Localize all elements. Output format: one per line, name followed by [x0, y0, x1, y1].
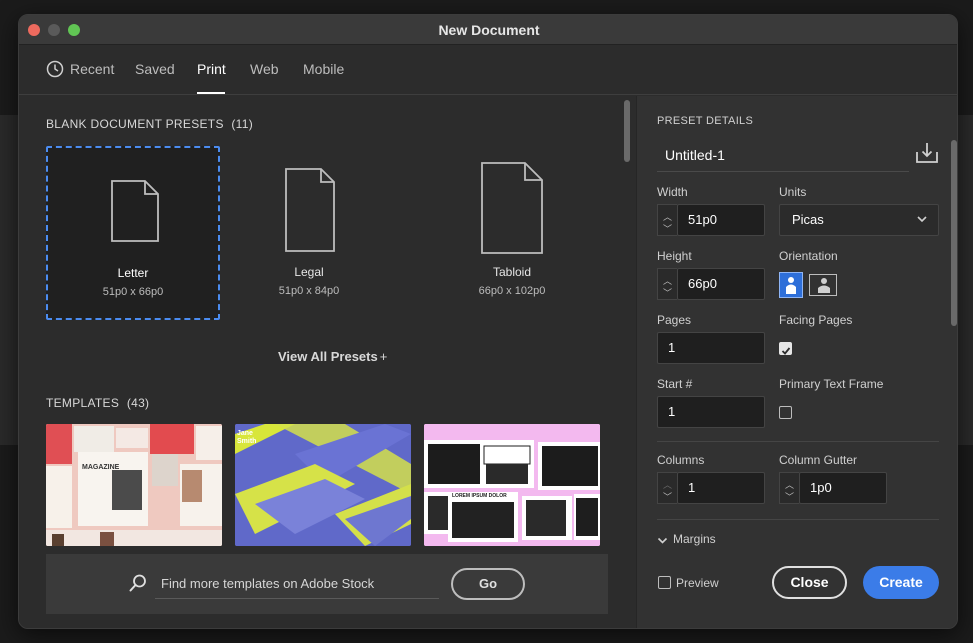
- presets-heading: BLANK DOCUMENT PRESETS (11): [46, 117, 253, 131]
- close-button[interactable]: Close: [772, 566, 847, 599]
- stock-search-underline: [155, 598, 439, 599]
- units-select[interactable]: Picas: [779, 204, 939, 236]
- presets-count: (11): [231, 117, 254, 131]
- divider: [657, 441, 939, 442]
- document-icon: [481, 162, 543, 259]
- create-button[interactable]: Create: [863, 566, 939, 599]
- portrait-orientation-button[interactable]: [779, 272, 803, 298]
- units-value: Picas: [792, 212, 824, 227]
- title-bar: New Document: [19, 15, 957, 45]
- preset-legal[interactable]: Legal 51p0 x 84p0: [222, 146, 396, 320]
- presets-scrollbar[interactable]: [624, 100, 630, 162]
- preview-label: Preview: [676, 576, 719, 590]
- height-stepper[interactable]: ︿ ﹀: [657, 268, 677, 300]
- search-icon: [128, 573, 148, 598]
- margins-label: Margins: [673, 532, 716, 546]
- orientation-label: Orientation: [779, 249, 838, 263]
- lorem-ipsum-text: LOREM IPSUM DOLOR: [452, 493, 507, 499]
- preset-tabloid[interactable]: Tabloid 66p0 x 102p0: [425, 146, 599, 320]
- gutter-stepper[interactable]: ︿ ﹀: [779, 472, 799, 504]
- chevron-down-icon: [657, 533, 668, 551]
- save-preset-icon[interactable]: [915, 141, 939, 170]
- preset-size: 66p0 x 102p0: [478, 285, 546, 297]
- preset-name: Tabloid: [492, 265, 532, 279]
- tab-recent[interactable]: Recent: [70, 61, 114, 77]
- plus-icon: +: [379, 349, 388, 364]
- go-button[interactable]: Go: [451, 568, 525, 600]
- new-document-dialog: New Document Recent Saved Print Web Mobi…: [18, 14, 958, 629]
- window-title: New Document: [438, 22, 540, 38]
- templates-heading-label: TEMPLATES: [46, 396, 120, 410]
- templates-heading: TEMPLATES (43): [46, 396, 149, 410]
- tab-mobile[interactable]: Mobile: [303, 61, 344, 77]
- adobe-stock-search: Find more templates on Adobe Stock Go: [46, 554, 608, 614]
- template-thumb-photo-grid[interactable]: LOREM IPSUM DOLOR: [424, 424, 600, 546]
- tab-print[interactable]: Print: [197, 61, 226, 77]
- clock-icon: [46, 60, 64, 83]
- document-icon: [285, 168, 335, 257]
- height-label: Height: [657, 249, 692, 263]
- chevron-down-icon: [916, 206, 928, 236]
- height-input[interactable]: 66p0: [677, 268, 765, 300]
- preset-details-panel: PRESET DETAILS Untitled-1 Width ︿ ﹀ 51p0 …: [636, 96, 957, 628]
- pages-label: Pages: [657, 313, 692, 327]
- columns-stepper[interactable]: ︿ ﹀: [657, 472, 677, 504]
- document-name-field[interactable]: Untitled-1: [657, 138, 909, 172]
- preview-checkbox[interactable]: [658, 576, 671, 589]
- magazine-template-art: [46, 424, 222, 546]
- preset-size: 51p0 x 66p0: [102, 286, 164, 298]
- preset-size: 51p0 x 84p0: [278, 285, 340, 297]
- portrait-icon: [784, 276, 798, 299]
- columns-input[interactable]: 1: [677, 472, 765, 504]
- column-gutter-input[interactable]: 1p0: [799, 472, 887, 504]
- stock-search-input[interactable]: Find more templates on Adobe Stock: [161, 576, 374, 591]
- tab-web[interactable]: Web: [250, 61, 279, 77]
- active-tab-indicator: [197, 92, 225, 94]
- width-stepper[interactable]: ︿ ﹀: [657, 204, 677, 236]
- facing-pages-checkbox[interactable]: [779, 342, 792, 355]
- template-thumb-magazine[interactable]: MAGAZINE: [46, 424, 222, 546]
- primary-text-frame-checkbox[interactable]: [779, 406, 792, 419]
- landscape-orientation-button[interactable]: [809, 274, 837, 296]
- view-all-presets-link[interactable]: View All Presets +: [278, 349, 387, 364]
- pages-input[interactable]: 1: [657, 332, 765, 364]
- landscape-icon: [816, 277, 832, 298]
- preset-letter[interactable]: Letter 51p0 x 66p0: [46, 146, 220, 320]
- checkmark-icon: [781, 343, 791, 361]
- templates-count: (43): [126, 396, 150, 410]
- magazine-text: MAGAZINE: [82, 464, 120, 471]
- details-scrollbar[interactable]: [951, 140, 957, 326]
- primary-text-frame-label: Primary Text Frame: [779, 377, 884, 391]
- preset-details-heading: PRESET DETAILS: [657, 115, 754, 127]
- width-label: Width: [657, 185, 688, 199]
- column-gutter-label: Column Gutter: [779, 453, 858, 467]
- preset-name: Legal: [294, 265, 324, 279]
- columns-label: Columns: [657, 453, 705, 467]
- jane-smith-text: Jane Smith: [237, 430, 257, 445]
- presets-heading-label: BLANK DOCUMENT PRESETS: [46, 117, 224, 131]
- view-all-label: View All Presets: [278, 349, 378, 364]
- start-label: Start #: [657, 377, 693, 391]
- document-name-value: Untitled-1: [665, 147, 725, 163]
- width-input[interactable]: 51p0: [677, 204, 765, 236]
- preset-name: Letter: [117, 266, 149, 280]
- units-label: Units: [779, 185, 807, 199]
- photo-grid-template-art: [424, 424, 600, 546]
- tab-saved[interactable]: Saved: [135, 61, 175, 77]
- template-thumb-jane-smith[interactable]: Jane Smith: [235, 424, 411, 546]
- category-tabs: Recent Saved Print Web Mobile: [19, 45, 957, 95]
- presets-panel: BLANK DOCUMENT PRESETS (11) Letter 51p0 …: [19, 96, 636, 628]
- document-icon: [111, 180, 159, 247]
- divider: [657, 519, 939, 520]
- start-input[interactable]: 1: [657, 396, 765, 428]
- facing-pages-label: Facing Pages: [779, 313, 853, 327]
